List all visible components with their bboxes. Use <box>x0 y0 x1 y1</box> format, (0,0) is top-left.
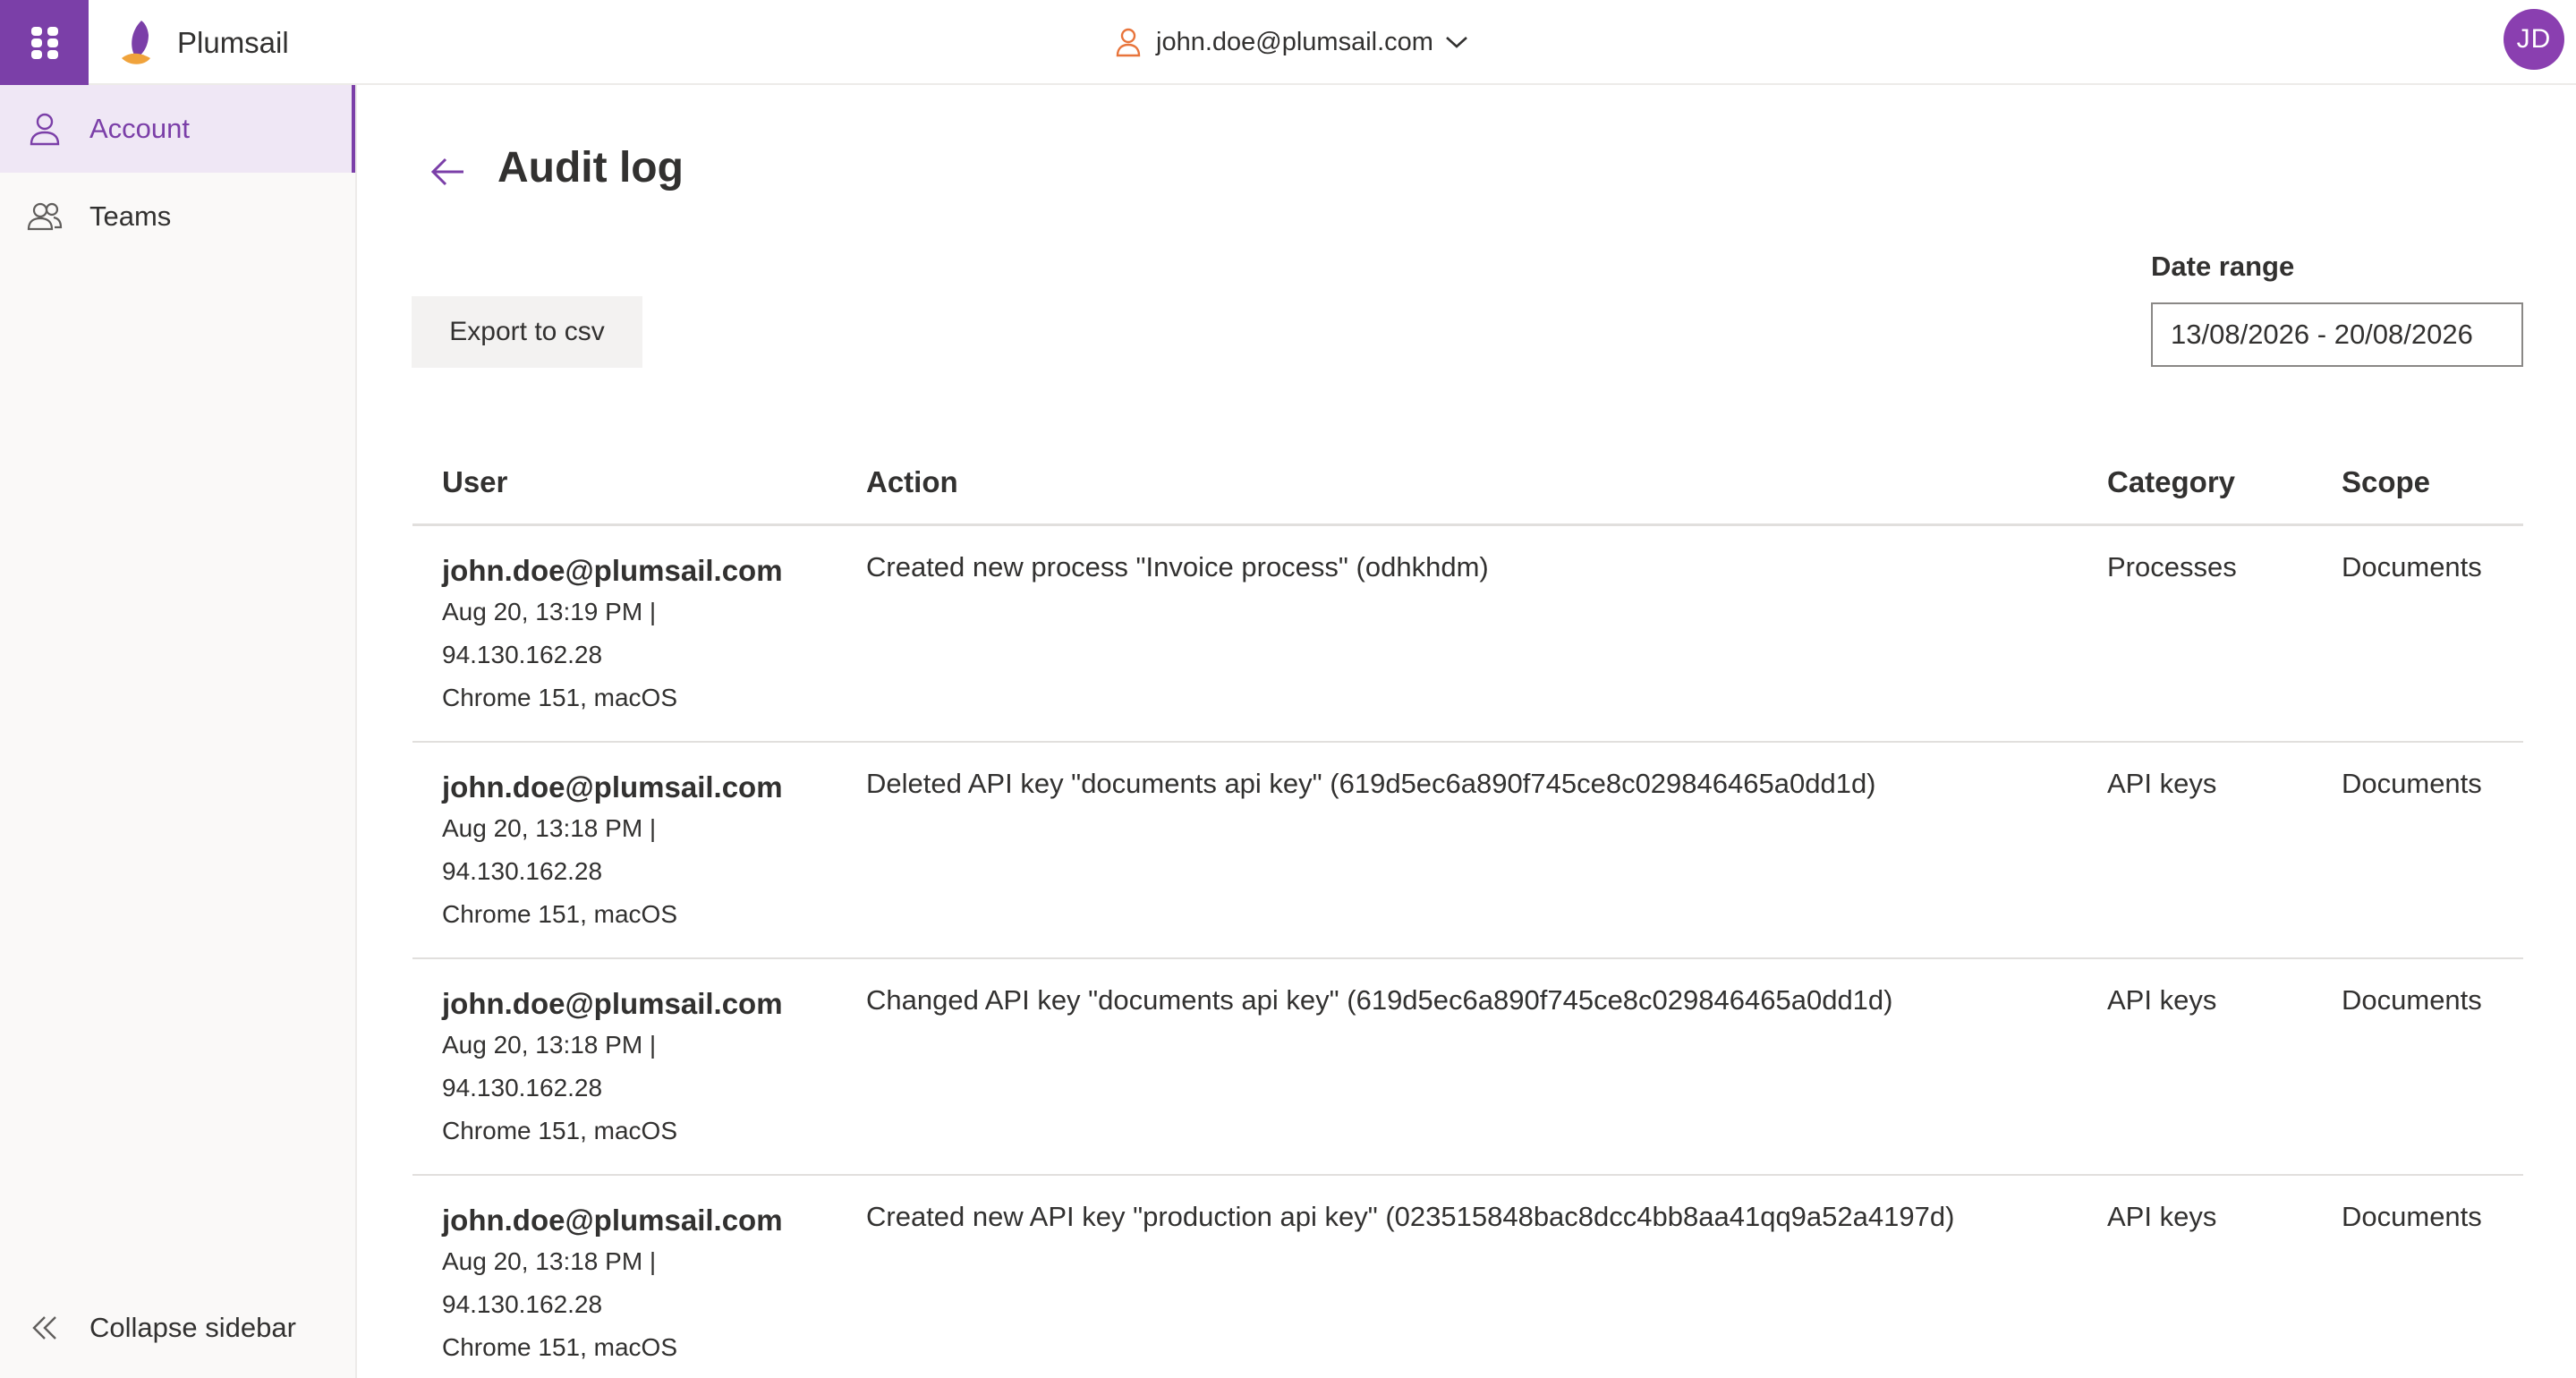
sidebar-item-label: Account <box>89 113 191 144</box>
user-email: john.doe@plumsail.com <box>442 987 783 1020</box>
action-cell: Deleted API key "documents api key" (619… <box>866 768 1876 799</box>
action-cell: Created new process "Invoice process" (o… <box>866 551 1489 583</box>
user-menu-dropdown[interactable]: john.doe@plumsail.com <box>1115 20 1469 64</box>
collapse-sidebar-button[interactable]: Collapse sidebar <box>0 1288 355 1368</box>
sidebar: Account Teams Collapse sidebar <box>0 85 357 1378</box>
person-icon <box>30 113 60 146</box>
back-arrow-icon[interactable] <box>428 152 467 191</box>
scope-cell: Documents <box>2342 768 2482 799</box>
export-to-csv-button[interactable]: Export to csv <box>412 296 642 368</box>
event-time: Aug 20, 13:18 PM | <box>442 1247 657 1275</box>
waffle-icon <box>30 26 58 59</box>
scope-cell: Documents <box>2342 984 2482 1016</box>
user-agent: Chrome 151, macOS <box>442 1333 677 1361</box>
user-agent: Chrome 151, macOS <box>442 684 677 711</box>
double-chevron-left-icon <box>32 1316 56 1340</box>
sidebar-item-account[interactable]: Account <box>0 85 355 173</box>
people-icon <box>27 202 63 231</box>
scope-cell: Documents <box>2342 1201 2482 1232</box>
ip-address: 94.130.162.28 <box>442 1074 603 1102</box>
table-row[interactable]: john.doe@plumsail.com Aug 20, 13:18 PM |… <box>412 959 2523 1176</box>
action-cell: Created new API key "production api key"… <box>866 1201 1955 1232</box>
brand-name: Plumsail <box>177 26 289 59</box>
ip-address: 94.130.162.28 <box>442 1290 603 1318</box>
action-cell: Changed API key "documents api key" (619… <box>866 984 1893 1016</box>
user-cell: john.doe@plumsail.com Aug 20, 13:18 PM |… <box>442 768 783 936</box>
column-header-user[interactable]: User <box>442 465 507 499</box>
user-agent: Chrome 151, macOS <box>442 900 677 928</box>
event-time: Aug 20, 13:19 PM | <box>442 598 657 625</box>
plumsail-logo-icon <box>122 21 150 64</box>
column-header-category[interactable]: Category <box>2107 465 2235 499</box>
person-icon <box>1116 28 1141 57</box>
category-cell: API keys <box>2107 984 2217 1016</box>
column-header-scope[interactable]: Scope <box>2342 465 2430 499</box>
date-range-input[interactable] <box>2151 302 2523 367</box>
event-time: Aug 20, 13:18 PM | <box>442 814 657 842</box>
category-cell: API keys <box>2107 768 2217 799</box>
scope-cell: Documents <box>2342 551 2482 583</box>
user-email: john.doe@plumsail.com <box>442 554 783 587</box>
user-cell: john.doe@plumsail.com Aug 20, 13:18 PM |… <box>442 984 783 1153</box>
date-range-label: Date range <box>2151 251 2295 282</box>
ip-address: 94.130.162.28 <box>442 641 603 668</box>
user-email: john.doe@plumsail.com <box>442 1204 783 1237</box>
column-header-action[interactable]: Action <box>866 465 958 499</box>
table-row[interactable]: john.doe@plumsail.com Aug 20, 13:18 PM |… <box>412 743 2523 959</box>
user-agent: Chrome 151, macOS <box>442 1117 677 1144</box>
page-title: Audit log <box>497 144 684 191</box>
brand[interactable]: Plumsail <box>118 16 289 70</box>
category-cell: API keys <box>2107 1201 2217 1232</box>
event-time: Aug 20, 13:18 PM | <box>442 1031 657 1059</box>
table-row[interactable]: john.doe@plumsail.com Aug 20, 13:18 PM |… <box>412 1176 2523 1378</box>
table-header: User Action Category Scope <box>412 440 2523 526</box>
app-launcher-button[interactable] <box>0 0 89 85</box>
sidebar-item-label: Teams <box>89 200 172 232</box>
chevron-down-icon <box>1446 37 1467 48</box>
audit-log-table: User Action Category Scope john.doe@plum… <box>412 440 2523 1378</box>
top-bar: Plumsail john.doe@plumsail.com JD <box>0 0 2576 85</box>
user-email: john.doe@plumsail.com <box>1156 27 1433 56</box>
ip-address: 94.130.162.28 <box>442 857 603 885</box>
user-email: john.doe@plumsail.com <box>442 770 783 804</box>
user-cell: john.doe@plumsail.com Aug 20, 13:18 PM |… <box>442 1201 783 1369</box>
category-cell: Processes <box>2107 551 2237 583</box>
avatar[interactable]: JD <box>2504 9 2564 70</box>
collapse-sidebar-label: Collapse sidebar <box>89 1312 296 1343</box>
sidebar-item-teams[interactable]: Teams <box>0 173 355 260</box>
user-cell: john.doe@plumsail.com Aug 20, 13:19 PM |… <box>442 551 783 719</box>
table-row[interactable]: john.doe@plumsail.com Aug 20, 13:19 PM |… <box>412 526 2523 743</box>
